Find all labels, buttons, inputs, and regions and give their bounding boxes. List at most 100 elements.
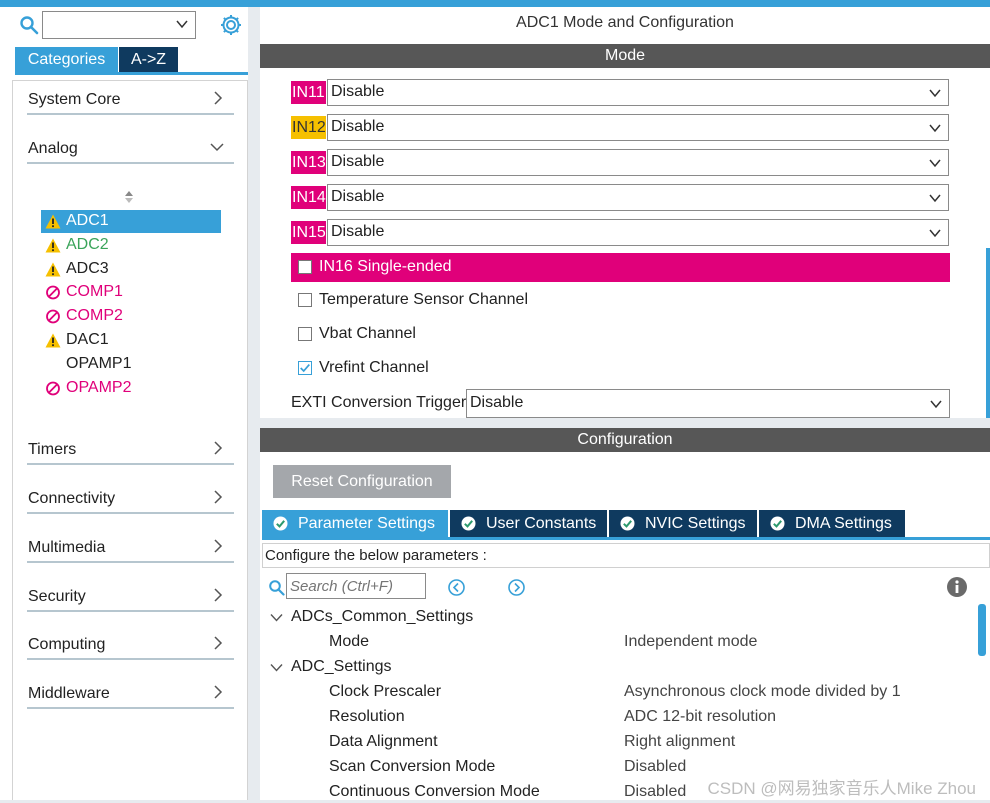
exti-trigger-select[interactable]: Disable [466, 389, 950, 418]
warning-icon [45, 214, 61, 229]
category-computing[interactable]: Computing [27, 626, 234, 660]
chevron-right-icon [214, 636, 223, 650]
configure-hint: Configure the below parameters : [262, 543, 990, 568]
analog-item-dac1[interactable]: DAC1 [41, 329, 221, 352]
parameter-search-input[interactable] [288, 575, 424, 597]
checkbox[interactable] [298, 361, 312, 375]
checkbox-row[interactable]: IN16 Single-ended [291, 253, 950, 282]
tab-a-to-z[interactable]: A->Z [119, 47, 178, 72]
category-label: Timers [28, 441, 77, 458]
checkbox[interactable] [298, 327, 312, 341]
pane-divider[interactable] [248, 7, 260, 803]
param-name[interactable]: Clock Prescaler [329, 683, 441, 701]
param-name[interactable]: Mode [329, 633, 369, 651]
category-middleware[interactable]: Middleware [27, 675, 234, 709]
check-circle-icon [770, 516, 785, 531]
input-mode-select[interactable]: Disable [327, 184, 949, 211]
tab-label: DMA Settings [795, 515, 892, 532]
category-system-core[interactable]: System Core [27, 81, 234, 115]
tab-dma-settings[interactable]: DMA Settings [759, 510, 905, 537]
analog-item-label: OPAMP2 [66, 378, 132, 396]
parameter-scrollbar[interactable] [978, 604, 986, 656]
param-value[interactable]: Independent mode [624, 633, 757, 651]
category-label: Middleware [28, 685, 110, 702]
disabled-icon [46, 285, 60, 300]
input-mode-select[interactable]: Disable [327, 219, 949, 246]
chevron-right-icon [214, 539, 223, 553]
tab-categories[interactable]: Categories [15, 47, 118, 72]
param-name[interactable]: Scan Conversion Mode [329, 758, 495, 776]
mode-header: Mode [260, 44, 990, 68]
tab-parameter-settings[interactable]: Parameter Settings [262, 510, 448, 537]
watermark: CSDN @网易独家音乐人Mike Zhou [707, 779, 976, 798]
mode-scrollbar[interactable] [986, 248, 990, 418]
param-name[interactable]: Resolution [329, 708, 405, 726]
info-icon[interactable] [946, 576, 968, 598]
category-search-combo[interactable] [42, 11, 196, 39]
top-accent-bar [0, 0, 990, 7]
search-icon[interactable] [19, 15, 39, 35]
checkbox-label: Temperature Sensor Channel [319, 291, 529, 308]
chevron-down-icon [210, 143, 224, 152]
analog-item-adc3[interactable]: ADC3 [41, 258, 221, 281]
input-row-in11: IN11 Disable [291, 79, 950, 106]
tab-label: NVIC Settings [645, 515, 746, 532]
category-timers[interactable]: Timers [27, 431, 234, 465]
checkbox-row[interactable]: Vrefint Channel [291, 354, 950, 383]
tab-user-constants[interactable]: User Constants [450, 510, 607, 537]
category-multimedia[interactable]: Multimedia [27, 529, 234, 563]
configuration-header: Configuration [260, 428, 990, 452]
chevron-down-icon[interactable] [270, 661, 283, 674]
param-name[interactable]: Continuous Conversion Mode [329, 783, 540, 801]
param-value[interactable]: ADC 12-bit resolution [624, 708, 776, 726]
analog-item-opamp2[interactable]: OPAMP2 [41, 377, 221, 400]
param-name[interactable]: Data Alignment [329, 733, 438, 751]
tab-nvic-settings[interactable]: NVIC Settings [609, 510, 757, 537]
parameter-search-box[interactable] [286, 573, 426, 599]
reset-configuration-button[interactable]: Reset Configuration [273, 465, 451, 498]
checkbox-row[interactable]: Temperature Sensor Channel [291, 286, 950, 315]
param-value[interactable]: Asynchronous clock mode divided by 1 [624, 683, 901, 701]
tab-label: Parameter Settings [298, 515, 435, 532]
sort-icon[interactable] [124, 190, 134, 204]
search-icon[interactable] [268, 579, 285, 596]
checkbox-label: Vbat Channel [319, 325, 416, 342]
analog-item-opamp1[interactable]: OPAMP1 [41, 353, 221, 376]
check-circle-icon [273, 516, 288, 531]
chevron-down-icon [929, 159, 941, 168]
exti-trigger-label: EXTI Conversion Trigger [291, 394, 467, 411]
mode-panel: IN11 Disable IN12 Disable IN13 Disable IN14 Dis… [260, 68, 990, 418]
checkbox[interactable] [298, 260, 312, 274]
category-label: Analog [28, 140, 78, 157]
previous-match-icon[interactable] [447, 578, 466, 597]
chevron-down-icon[interactable] [175, 17, 189, 31]
input-mode-value: Disable [331, 223, 385, 240]
chevron-down-icon[interactable] [270, 611, 283, 624]
param-group-label: ADCs_Common_Settings [291, 608, 474, 625]
category-label: Computing [28, 636, 106, 653]
input-mode-select[interactable]: Disable [327, 114, 949, 141]
pin-badge: IN14 [291, 186, 326, 209]
analog-item-adc1[interactable]: ADC1 [41, 210, 221, 233]
next-match-icon[interactable] [507, 578, 526, 597]
analog-item-comp2[interactable]: COMP2 [41, 305, 221, 328]
gear-icon[interactable] [219, 13, 243, 37]
param-value[interactable]: Disabled [624, 783, 686, 801]
checkbox-row[interactable]: Vbat Channel [291, 320, 950, 349]
chevron-right-icon [214, 685, 223, 699]
chevron-right-icon [214, 91, 223, 105]
input-mode-select[interactable]: Disable [327, 149, 949, 176]
param-value[interactable]: Right alignment [624, 733, 735, 751]
param-group[interactable]: ADCs_Common_Settings [270, 608, 474, 626]
category-analog[interactable]: Analog [27, 130, 234, 164]
input-mode-select[interactable]: Disable [327, 79, 949, 106]
category-connectivity[interactable]: Connectivity [27, 480, 234, 514]
category-tabs: Categories A->Z [15, 47, 248, 75]
analog-item-adc2[interactable]: ADC2 [41, 234, 221, 257]
analog-item-comp1[interactable]: COMP1 [41, 281, 221, 304]
checkbox[interactable] [298, 293, 312, 307]
param-value[interactable]: Disabled [624, 758, 686, 776]
category-security[interactable]: Security [27, 578, 234, 612]
param-group[interactable]: ADC_Settings [270, 658, 392, 676]
section-splitter[interactable] [260, 418, 990, 428]
